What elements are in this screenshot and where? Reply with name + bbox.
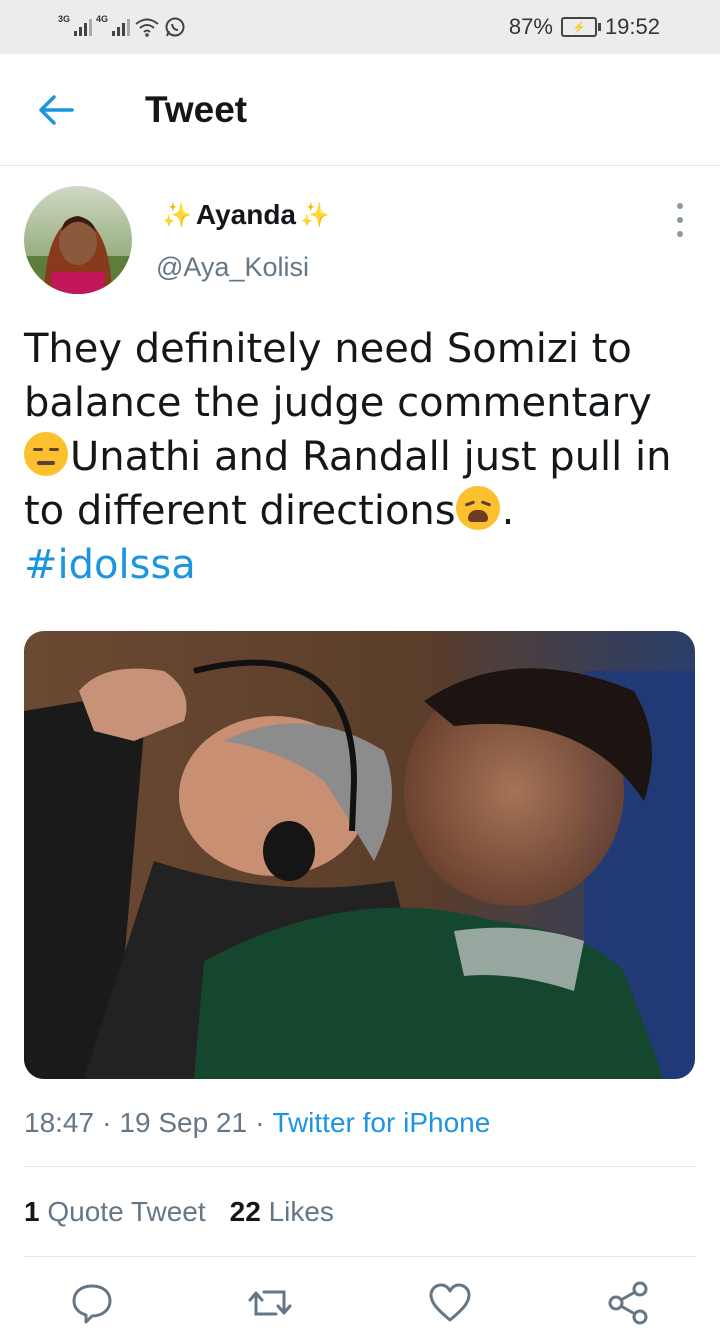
likes-stat[interactable]: 22 Likes <box>230 1196 334 1228</box>
sparkle-icon: ✨ <box>162 201 192 229</box>
share-icon <box>608 1281 648 1325</box>
retweet-button[interactable] <box>248 1280 292 1326</box>
back-button[interactable] <box>34 90 78 130</box>
reply-button[interactable] <box>70 1280 114 1326</box>
tweet-source-link[interactable]: Twitter for iPhone <box>272 1107 490 1139</box>
network-type-2: 4G <box>96 14 109 24</box>
like-count: 22 <box>229 1196 261 1227</box>
tweet-date: 19 Sep 21 <box>119 1107 248 1138</box>
like-icon <box>429 1283 471 1322</box>
app-header: Tweet <box>0 54 720 166</box>
tweet-text-line2: Unathi and Randall just pull in to diffe… <box>24 434 672 534</box>
share-button[interactable] <box>606 1280 650 1326</box>
clock: 19:52 <box>604 14 660 39</box>
unamused-face-emoji <box>24 432 68 476</box>
avatar-photo <box>24 186 132 294</box>
wifi-icon <box>135 18 159 37</box>
quote-label: Quote Tweet <box>47 1196 206 1227</box>
signal-bars-icon <box>112 18 131 36</box>
author-name-text: Ayanda <box>195 199 296 230</box>
tweet-text: They definitely need Somizi to balance t… <box>24 322 694 592</box>
status-right: 87% ⚡ 19:52 <box>509 14 660 40</box>
more-options-button[interactable] <box>668 203 692 237</box>
battery-percent: 87% <box>508 14 553 39</box>
sparkle-icon: ✨ <box>300 201 330 229</box>
retweet-icon <box>248 1290 292 1316</box>
like-button[interactable] <box>428 1280 472 1326</box>
tweet-action-bar <box>0 1280 720 1330</box>
signal-indicators: 3G 4G <box>58 14 186 40</box>
tweet-meta: 18:47 · 19 Sep 21 · Twitter for iPhone <box>24 1107 490 1139</box>
tweet-text-line1: They definitely need Somizi to balance t… <box>24 326 652 426</box>
author-handle[interactable]: @Aya_Kolisi <box>156 252 309 283</box>
meta-separator: · <box>102 1107 112 1138</box>
divider <box>24 1166 696 1167</box>
signal-bars-icon <box>74 18 93 36</box>
quote-count: 1 <box>24 1196 40 1227</box>
quote-tweets-stat[interactable]: 1 Quote Tweet <box>24 1196 206 1228</box>
back-arrow-icon <box>39 95 74 125</box>
author-name[interactable]: ✨ Ayanda ✨ <box>162 199 330 231</box>
page-title: Tweet <box>145 89 248 130</box>
tweet-stats: 1 Quote Tweet 22 Likes <box>24 1196 334 1228</box>
meta-separator: · <box>255 1107 265 1138</box>
like-label: Likes <box>268 1196 334 1227</box>
network-type-1: 3G <box>58 14 71 24</box>
tweet-text-line3: . <box>501 488 515 534</box>
reply-icon <box>72 1284 112 1324</box>
media-photo <box>24 631 695 1079</box>
whatsapp-icon <box>165 17 185 37</box>
divider <box>24 1256 696 1257</box>
tweet-media-image[interactable] <box>24 631 695 1079</box>
battery-icon: ⚡ <box>560 17 601 37</box>
status-bar: 3G 4G 87% ⚡ 19:52 <box>0 0 720 54</box>
more-vertical-icon <box>677 203 683 209</box>
avatar[interactable] <box>24 186 132 294</box>
hashtag-link[interactable]: #idolssa <box>24 542 196 588</box>
tweet-time: 18:47 <box>24 1107 95 1138</box>
weary-face-emoji <box>455 486 500 530</box>
